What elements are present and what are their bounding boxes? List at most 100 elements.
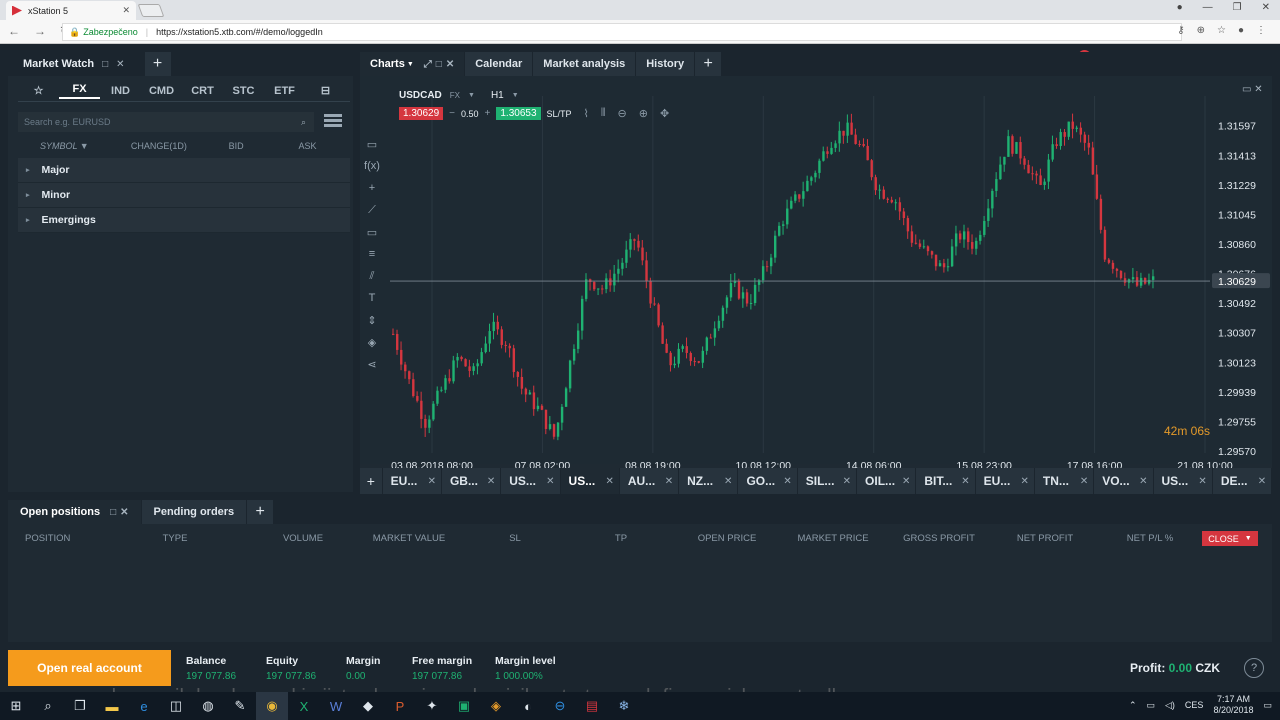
close-instrument-icon[interactable]: ✕	[605, 476, 613, 487]
minimize-icon[interactable]: —	[1203, 2, 1213, 13]
group-emergings[interactable]: ▸ Emergings	[18, 208, 350, 233]
windows-start-icon[interactable]: ⊞	[0, 692, 32, 720]
close-instrument-icon[interactable]: ✕	[1021, 476, 1029, 487]
volume-value[interactable]: 0.50	[461, 109, 479, 119]
app-icon-9[interactable]: ▤	[576, 692, 608, 720]
close-tab-icon[interactable]: ✕	[122, 5, 130, 16]
tab-crt[interactable]: CRT	[182, 85, 223, 97]
positions-column-header[interactable]: TYPE	[83, 533, 267, 544]
tab-etf[interactable]: ETF	[264, 85, 305, 97]
clock[interactable]: 7:17 AM 8/20/2018	[1213, 694, 1253, 716]
app-icon-2[interactable]: ✎	[224, 692, 256, 720]
positions-column-header[interactable]: NET P/L %	[1115, 533, 1185, 544]
search-icon[interactable]: ⌕	[301, 117, 306, 128]
layers-icon[interactable]: ◈	[360, 336, 384, 358]
close-panel-icon[interactable]: ✕	[446, 59, 454, 70]
instrument-tab[interactable]: US... ✕	[1153, 468, 1212, 494]
edge-icon[interactable]: e	[128, 692, 160, 720]
group-minor[interactable]: ▸ Minor	[18, 183, 350, 208]
instrument-tab[interactable]: US... ✕	[501, 468, 560, 494]
search-input[interactable]: Search e.g. EURUSD ⌕	[18, 112, 314, 132]
measure-icon[interactable]: ⇕	[360, 314, 384, 336]
instrument-tab[interactable]: AU... ✕	[619, 468, 679, 494]
chart-type-icon[interactable]: ▭	[360, 138, 384, 160]
zoom-out-icon[interactable]: ⊖	[618, 107, 627, 120]
powerpoint-icon[interactable]: P	[384, 692, 416, 720]
app-icon[interactable]: ◍	[192, 692, 224, 720]
maximize-icon[interactable]: □	[436, 59, 442, 70]
close-instrument-icon[interactable]: ✕	[902, 476, 910, 487]
tab-stc[interactable]: STC	[223, 85, 264, 97]
positions-column-header[interactable]: MARKET PRICE	[763, 533, 903, 544]
instrument-tab[interactable]: DE... ✕	[1212, 468, 1272, 494]
profile-icon[interactable]: ●	[1177, 2, 1183, 13]
close-panel-icon[interactable]: ✕	[116, 59, 124, 70]
maximize-icon[interactable]: □	[102, 59, 108, 70]
app-icon-10[interactable]: ❄	[608, 692, 640, 720]
tab-pending-orders[interactable]: Pending orders	[141, 500, 247, 524]
positions-column-header[interactable]: OPEN PRICE	[691, 533, 763, 544]
positions-column-header[interactable]: POSITION	[8, 533, 83, 544]
col-ask[interactable]: ASK	[265, 141, 350, 151]
buy-button[interactable]: 1.30653	[496, 107, 541, 120]
briefcase-icon[interactable]: ⊟	[305, 84, 346, 97]
favorites-star-icon[interactable]: ☆	[18, 84, 59, 97]
col-symbol[interactable]: SYMBOL ▼	[18, 141, 111, 151]
instrument-tab[interactable]: EU... ✕	[382, 468, 441, 494]
sell-button[interactable]: 1.30629	[399, 107, 444, 120]
help-icon[interactable]: ?	[1244, 658, 1264, 678]
instrument-tab[interactable]: OIL... ✕	[857, 468, 916, 494]
move-icon[interactable]: ✥	[660, 107, 669, 120]
line-tool-icon[interactable]: ⟋	[360, 204, 384, 226]
add-tab-button[interactable]: +	[695, 52, 722, 76]
browser-tab[interactable]: xStation 5 ✕	[6, 1, 136, 20]
close-instrument-icon[interactable]: ✕	[1080, 476, 1088, 487]
close-instrument-icon[interactable]: ✕	[1258, 476, 1266, 487]
positions-column-header[interactable]: SL	[479, 533, 551, 544]
zoom-in-icon[interactable]: ⊕	[639, 107, 648, 120]
instrument-tab[interactable]: GO... ✕	[738, 468, 797, 494]
timeframe-dropdown-icon[interactable]: ▼	[512, 92, 519, 99]
close-instrument-icon[interactable]: ✕	[961, 476, 969, 487]
star-icon[interactable]: ☆	[1217, 25, 1226, 36]
share-icon[interactable]: ⋖	[360, 358, 384, 380]
task-view-icon[interactable]: ❐	[64, 692, 96, 720]
positions-column-header[interactable]: TP	[551, 533, 691, 544]
crosshair-icon[interactable]: +	[360, 182, 384, 204]
close-instrument-icon[interactable]: ✕	[1198, 476, 1206, 487]
volume-minus-icon[interactable]: −	[449, 108, 455, 119]
positions-column-header[interactable]: VOLUME	[267, 533, 339, 544]
word-icon[interactable]: W	[320, 692, 352, 720]
restore-icon[interactable]: ❐	[1233, 2, 1242, 13]
add-panel-button[interactable]: +	[144, 52, 171, 76]
tab-ind[interactable]: IND	[100, 85, 141, 97]
app-icon-7[interactable]: ◐	[512, 692, 544, 720]
volume-plus-icon[interactable]: +	[485, 108, 491, 119]
app-icon-4[interactable]: ✦	[416, 692, 448, 720]
sltp-button[interactable]: SL/TP	[547, 109, 572, 119]
close-panel-icon[interactable]: ✕	[120, 507, 128, 518]
popout-icon[interactable]: ⤢	[424, 59, 432, 70]
volume-icon[interactable]: ◁)	[1165, 700, 1175, 711]
positions-column-header[interactable]: MARKET VALUE	[339, 533, 479, 544]
line-chart-icon[interactable]: ⌇	[584, 107, 589, 120]
candlestick-chart[interactable]: 03.08.2018 08:00 07.08 02:00 08.08 19:00 10…	[360, 76, 1272, 468]
tab-charts[interactable]: Charts ▼ ⤢ □ ✕	[360, 52, 465, 76]
app-icon-3[interactable]: ◆	[352, 692, 384, 720]
list-view-icon[interactable]	[324, 114, 342, 128]
tab-cmd[interactable]: CMD	[141, 85, 182, 97]
add-tab-button[interactable]: +	[247, 500, 274, 524]
app-icon-6[interactable]: ◈	[480, 692, 512, 720]
extension-icon[interactable]: ●	[1238, 25, 1244, 36]
candles-icon[interactable]: ⫴	[601, 107, 606, 120]
close-instrument-icon[interactable]: ✕	[783, 476, 791, 487]
instrument-tab[interactable]: BIT... ✕	[916, 468, 975, 494]
language-indicator[interactable]: CES	[1185, 700, 1204, 710]
new-tab-button[interactable]	[137, 4, 165, 17]
instrument-tab[interactable]: GB... ✕	[441, 468, 501, 494]
tray-expand-icon[interactable]: ⌃	[1129, 700, 1137, 711]
url-field[interactable]: 🔒 Zabezpečeno | https://xstation5.xtb.co…	[62, 23, 1182, 41]
instrument-tab[interactable]: SIL... ✕	[797, 468, 857, 494]
back-icon[interactable]: ←	[8, 24, 20, 38]
channel-icon[interactable]: ⫽	[360, 270, 384, 292]
